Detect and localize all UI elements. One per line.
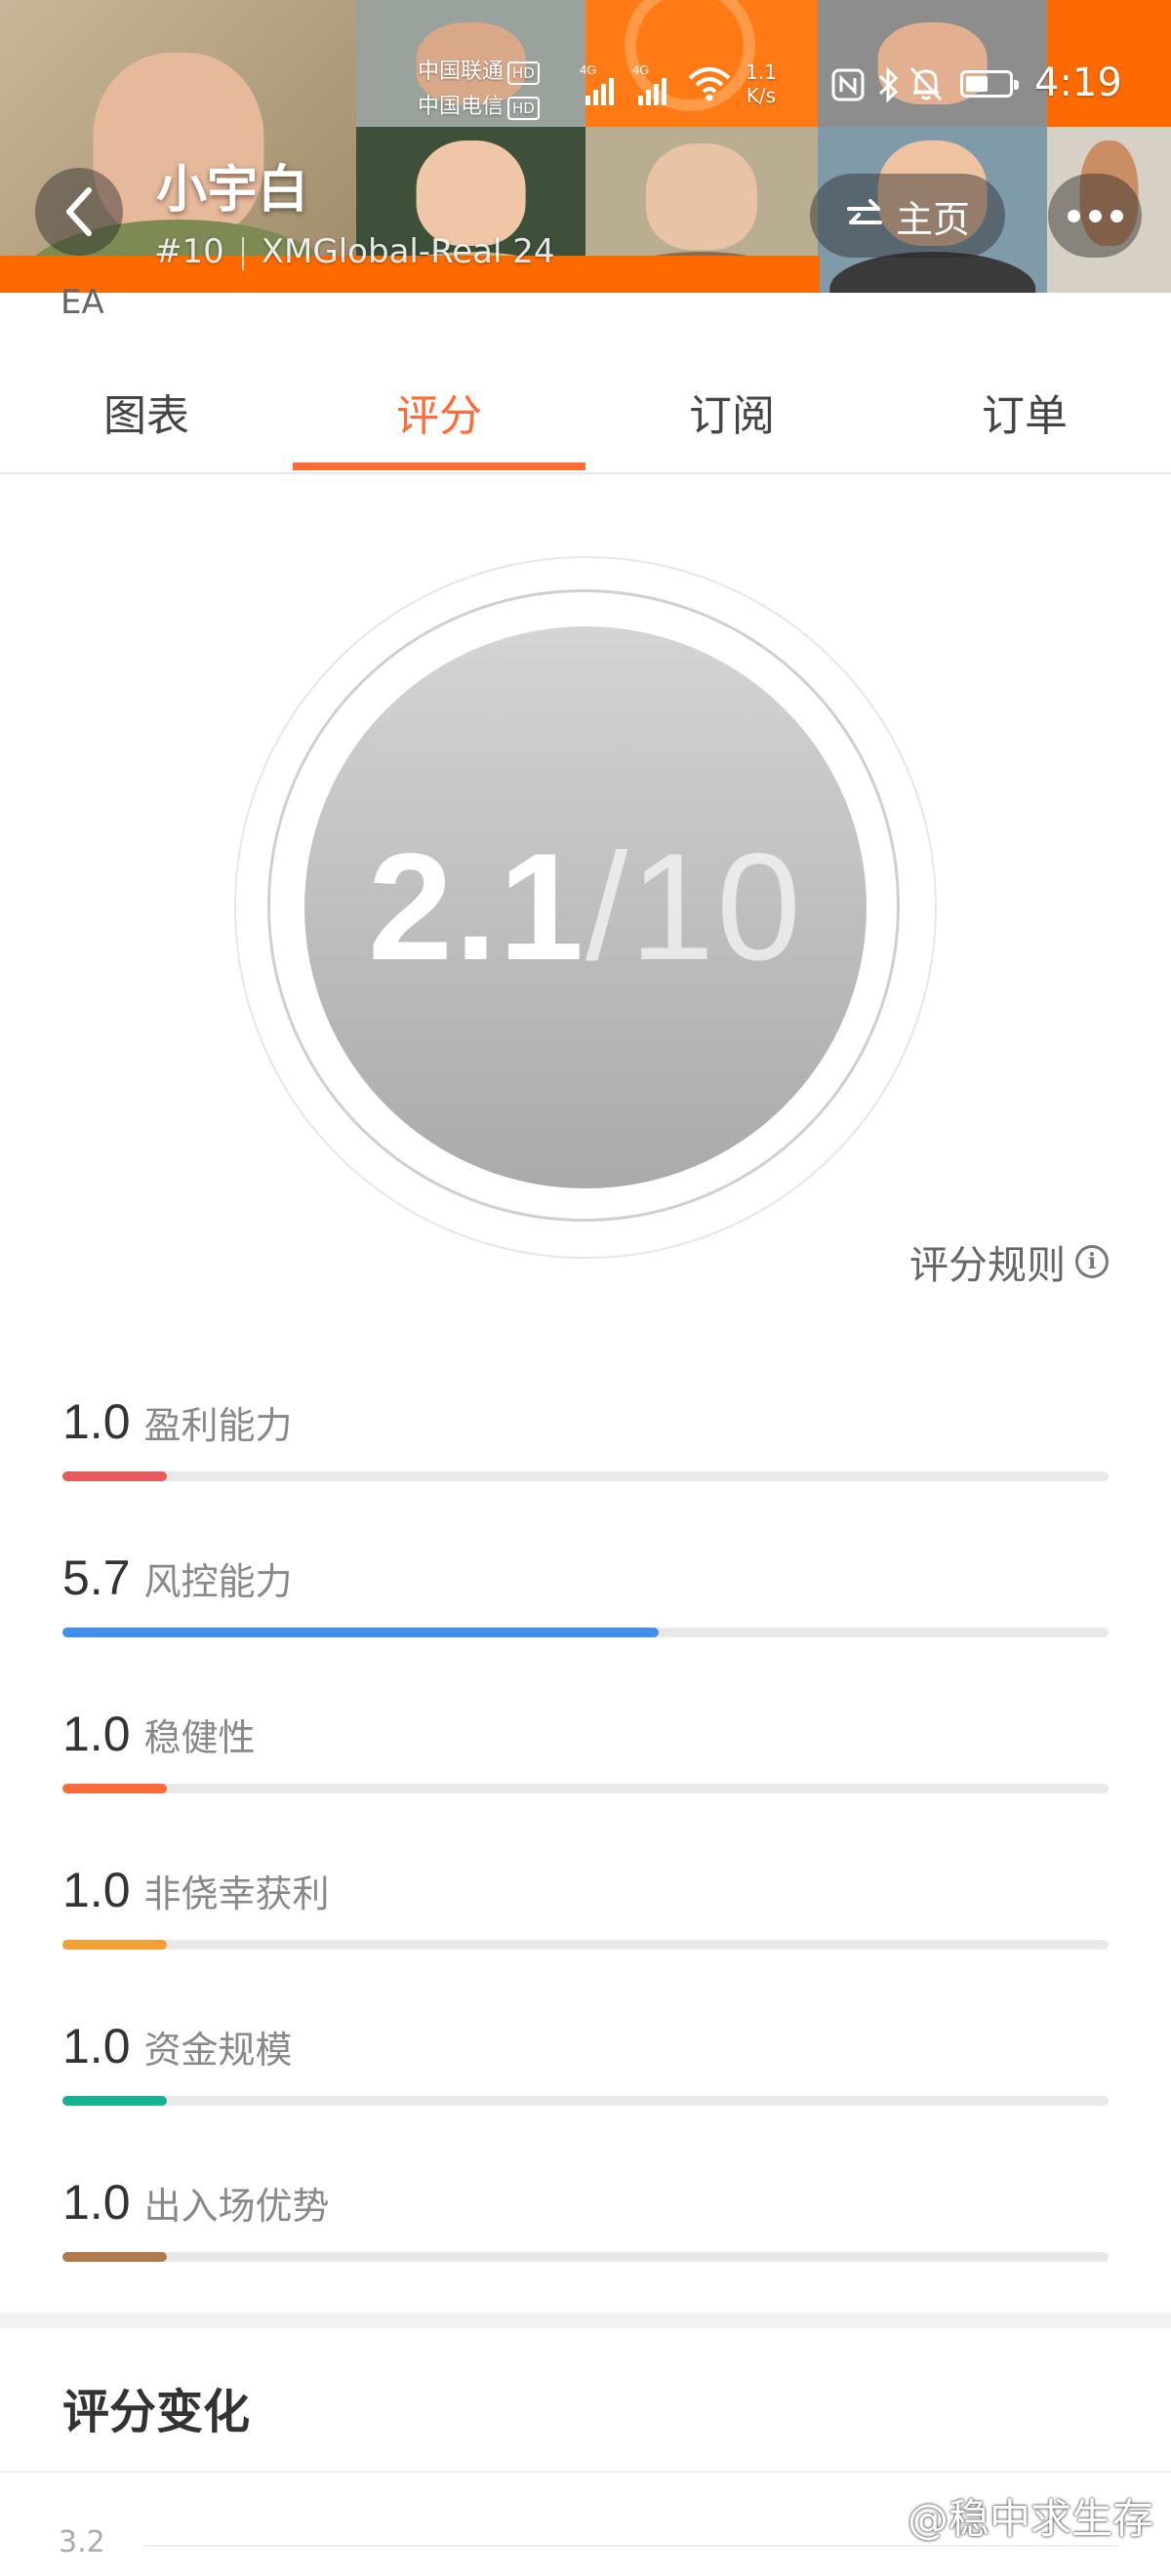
account-subtitle: #10 XMGlobal-Real 24 — [154, 232, 555, 271]
metric-bar-fill — [62, 2096, 168, 2106]
metric-value: 1.0 — [62, 1707, 131, 1761]
metric-bar-track — [62, 1471, 1109, 1481]
metric-label: 盈利能力 — [143, 1404, 293, 1447]
metric-label: 稳健性 — [143, 1716, 256, 1759]
score-rules-link[interactable]: 评分规则 i — [909, 1233, 1109, 1290]
score-change-title: 评分变化 — [62, 2385, 251, 2439]
metric-value: 1.0 — [62, 1863, 131, 1917]
mute-bell-icon — [909, 66, 943, 101]
net-type-label: 4G — [632, 62, 649, 77]
hd-badge: HD — [507, 97, 540, 120]
score-value: 2.1 — [368, 822, 586, 992]
metric-bar-fill — [62, 2252, 168, 2262]
net-speed-unit: K/s — [746, 84, 777, 107]
chevron-left-icon — [66, 187, 92, 236]
metric-bar-fill — [62, 1628, 660, 1637]
score-gauge: 2.1/10 — [234, 556, 937, 1259]
portrait-tile — [818, 0, 1047, 127]
more-dot-icon — [1088, 209, 1102, 222]
info-icon: i — [1075, 1245, 1109, 1278]
metric-bar-track — [62, 1940, 1109, 1950]
metric-non-luck-profit: 1.0 非侥幸获利 — [62, 1862, 1109, 1950]
subtitle-divider — [241, 236, 244, 270]
active-tab-indicator — [293, 463, 586, 470]
profile-header: 中国联通 HD 中国电信 HD 4G 4G 1.1 K/s 4:19 小宇白 #… — [0, 0, 1171, 293]
bluetooth-icon — [878, 66, 899, 103]
signal-icon: 4G — [632, 62, 666, 105]
home-button[interactable]: 主页 — [810, 174, 1005, 258]
metric-bar-track — [62, 2096, 1109, 2106]
metric-value: 5.7 — [62, 1550, 131, 1605]
metric-bar-fill — [62, 1471, 168, 1481]
tab-chart[interactable]: 图表 — [0, 381, 293, 443]
watermark-text: @稳中求生存 — [907, 2495, 1153, 2543]
metric-stability: 1.0 稳健性 — [62, 1706, 1109, 1793]
rank-label: #10 — [154, 232, 224, 271]
metric-label: 非侥幸获利 — [143, 1872, 330, 1915]
wifi-icon — [688, 67, 731, 101]
metric-bar-track — [62, 1628, 1109, 1637]
metric-bar-fill — [62, 1940, 168, 1950]
carrier-2: 中国电信 — [418, 95, 505, 119]
tab-score[interactable]: 评分 — [293, 381, 586, 443]
more-options-button[interactable] — [1048, 174, 1142, 258]
metric-bar-track — [62, 1784, 1109, 1793]
more-dot-icon — [1067, 209, 1080, 222]
metric-risk-control: 5.7 风控能力 — [62, 1550, 1109, 1637]
metric-label: 风控能力 — [143, 1560, 293, 1603]
chart-y-tick: 3.2 — [59, 2525, 105, 2559]
swap-icon — [846, 199, 882, 224]
metric-value: 1.0 — [62, 2019, 131, 2073]
score-disk: 2.1/10 — [304, 626, 867, 1188]
metric-value: 1.0 — [62, 2175, 131, 2230]
account-label: XMGlobal-Real 24 — [261, 232, 555, 271]
metric-entry-exit-advantage: 1.0 出入场优势 — [62, 2174, 1109, 2262]
metric-label: 资金规模 — [143, 2029, 293, 2072]
tab-orders[interactable]: 订单 — [878, 381, 1171, 443]
carrier-info: 中国联通 HD 中国电信 HD — [418, 55, 540, 125]
carrier-1: 中国联通 — [418, 60, 505, 84]
score-denominator: /10 — [586, 822, 803, 992]
metric-label: 出入场优势 — [143, 2185, 330, 2228]
signal-icon: 4G — [580, 62, 614, 105]
net-speed: 1.1 K/s — [746, 60, 777, 107]
partial-clipped-text: EA — [61, 283, 104, 322]
metric-fund-size: 1.0 资金规模 — [62, 2018, 1109, 2106]
back-button[interactable] — [35, 168, 123, 256]
metric-value: 1.0 — [62, 1394, 131, 1449]
metric-bar-track — [62, 2252, 1109, 2262]
section-divider — [0, 2313, 1171, 2328]
nfc-icon — [831, 68, 865, 101]
more-dot-icon — [1110, 209, 1123, 222]
hd-badge: HD — [507, 61, 540, 85]
section-rule — [0, 2471, 1171, 2473]
net-type-label: 4G — [580, 62, 596, 77]
net-speed-value: 1.1 — [746, 60, 777, 84]
clock-time: 4:19 — [1034, 60, 1122, 105]
tab-subscribe[interactable]: 订阅 — [586, 381, 878, 443]
home-button-label: 主页 — [895, 197, 970, 241]
score-value-text: 2.1/10 — [368, 821, 803, 995]
metric-bar-fill — [62, 1784, 168, 1793]
score-rules-label: 评分规则 — [909, 1243, 1066, 1288]
metric-profitability: 1.0 盈利能力 — [62, 1393, 1109, 1481]
page-title: 小宇白 — [156, 161, 309, 220]
battery-icon — [960, 70, 1019, 98]
tab-bar: EA 图表 评分 订阅 订单 — [0, 283, 1171, 474]
orange-pattern-tile — [586, 0, 818, 127]
